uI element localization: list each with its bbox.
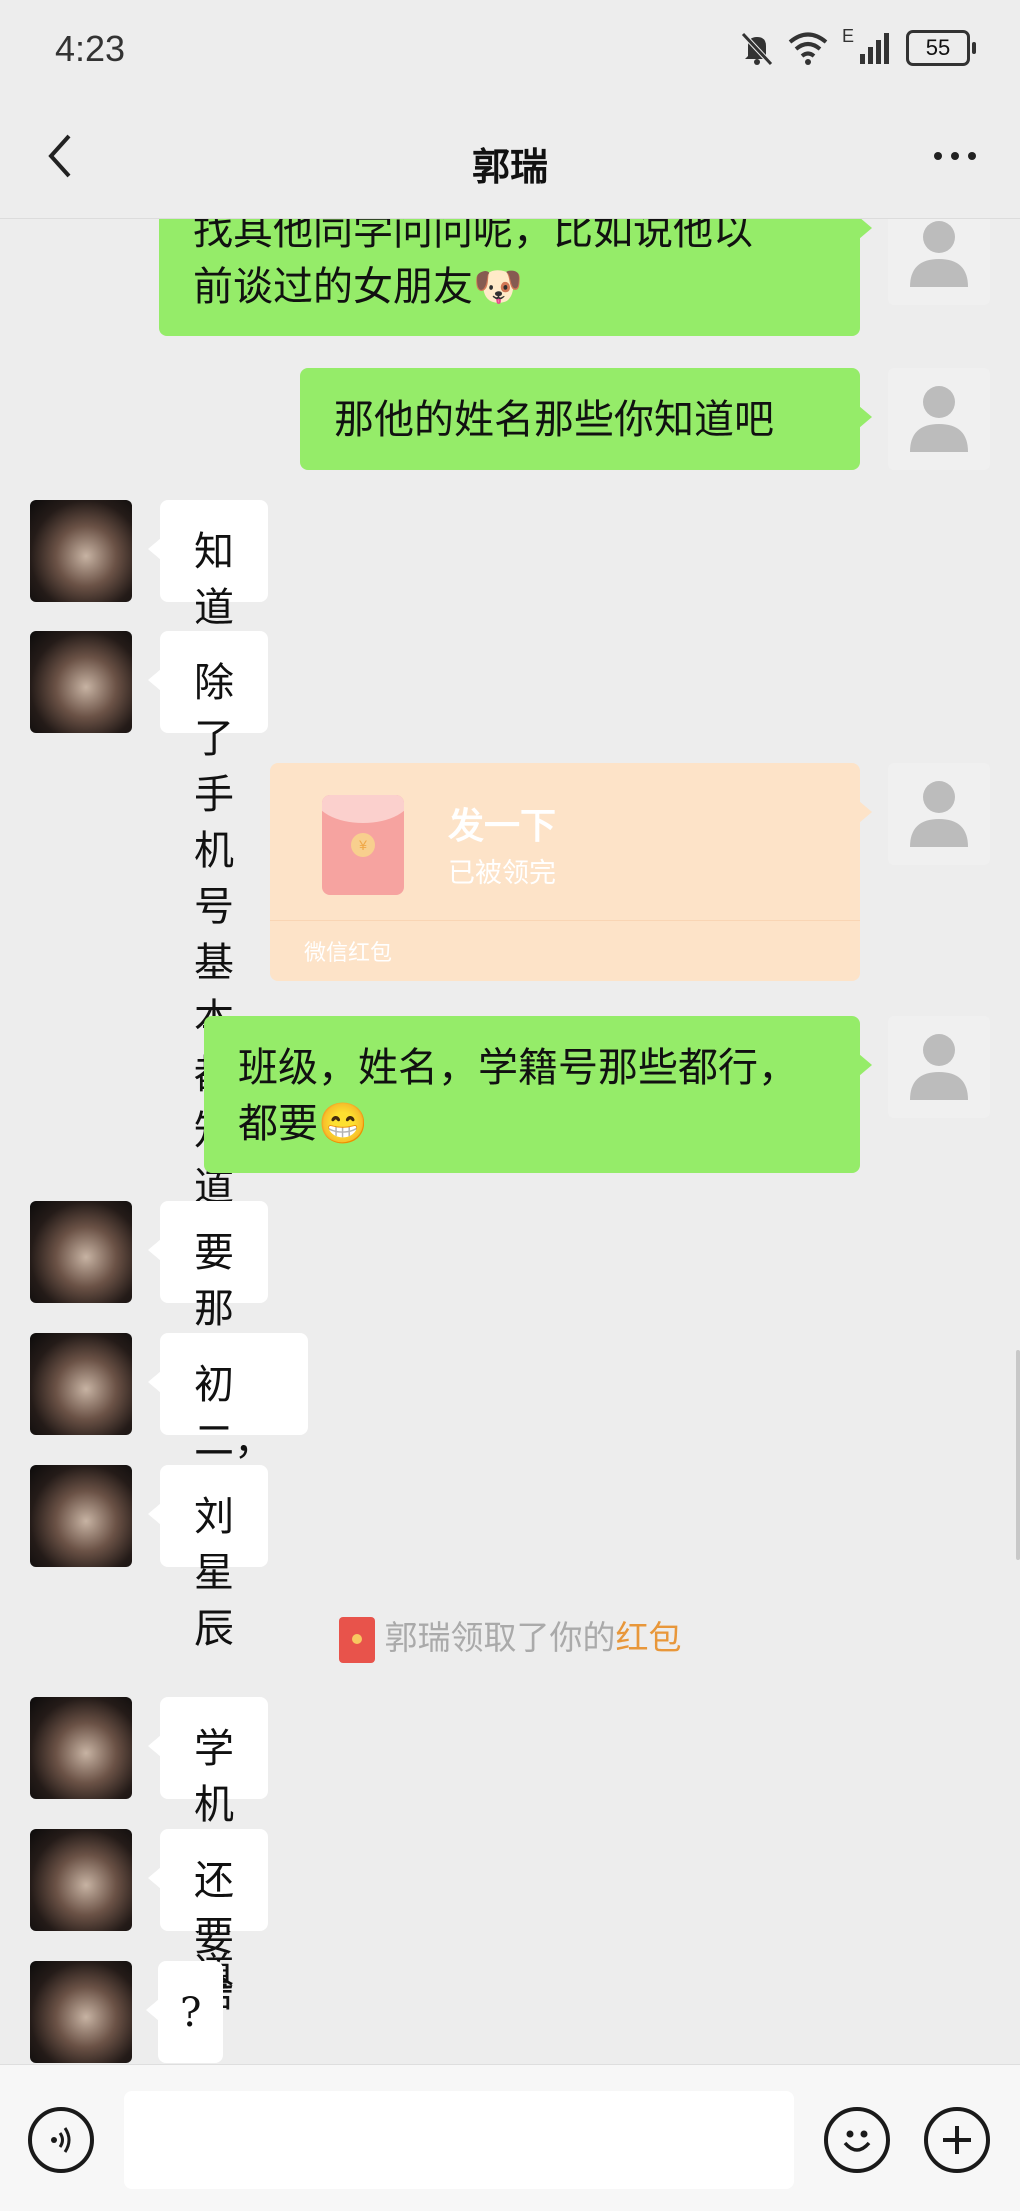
more-dots-icon	[934, 152, 942, 160]
red-packet-icon	[338, 1617, 375, 1663]
message-bubble[interactable]: 班级，姓名，学籍号那些都行， 都要😁	[204, 1016, 872, 1173]
avatar[interactable]	[888, 368, 990, 470]
network-type: E	[841, 26, 854, 46]
message-input[interactable]	[124, 2091, 794, 2189]
more-button[interactable]	[920, 126, 990, 186]
status-icons: E 55	[740, 26, 976, 70]
status-bar: 4:23 E 55	[0, 0, 1020, 100]
message-bubble[interactable]: 除了手机号基本都知道	[148, 631, 268, 1210]
avatar[interactable]	[888, 1016, 990, 1118]
avatar[interactable]	[30, 1201, 132, 1303]
voice-button[interactable]	[28, 2107, 94, 2173]
wifi-icon	[788, 32, 828, 65]
message-bubble[interactable]: ?	[145, 1961, 224, 2063]
red-packet-source: 微信红包	[304, 941, 393, 966]
avatar[interactable]	[30, 1961, 132, 2063]
chat-header: 郭瑞	[0, 100, 1020, 219]
coin-icon: ¥	[351, 833, 375, 857]
message-list[interactable]: 找其他同学问问呢，比如说他以 前谈过的女朋友🐶 那他的姓名那些你知道吧 知道 除…	[0, 219, 1020, 2064]
chat-title: 郭瑞	[471, 144, 548, 189]
avatar[interactable]	[30, 1829, 132, 1931]
avatar[interactable]	[888, 763, 990, 865]
notice-text: 郭瑞领取了你的	[384, 1618, 616, 1657]
red-packet-card[interactable]: ¥ 发一下 已被领完 微信红包	[270, 763, 872, 981]
message-bubble[interactable]: 学机不知道	[148, 1697, 268, 1996]
default-avatar-icon	[910, 781, 968, 847]
divider	[270, 920, 860, 921]
red-packet-title: 发一下	[448, 805, 557, 847]
avatar[interactable]	[30, 1465, 132, 1567]
avatar[interactable]	[30, 1333, 132, 1435]
plus-icon	[943, 2126, 971, 2154]
red-packet-icon: ¥	[322, 795, 404, 895]
message-bubble[interactable]: 要那些	[148, 1201, 268, 1388]
avatar[interactable]	[30, 500, 132, 602]
default-avatar-icon	[910, 386, 968, 452]
mute-bell-icon	[741, 32, 773, 66]
message-bubble[interactable]: 还要啥	[148, 1829, 268, 2016]
voice-icon	[51, 2127, 71, 2153]
scrollbar[interactable]	[1016, 1350, 1020, 1560]
red-packet-status: 已被领完	[448, 858, 556, 889]
input-bar	[0, 2064, 1020, 2211]
red-packet-link[interactable]: 红包	[616, 1618, 682, 1657]
emoji-icon	[843, 2130, 871, 2152]
message-bubble[interactable]: 初二，1班	[148, 1333, 308, 1520]
avatar[interactable]	[30, 631, 132, 733]
avatar[interactable]	[30, 1697, 132, 1799]
default-avatar-icon	[910, 221, 968, 287]
system-notice: 郭瑞领取了你的红包	[0, 1611, 1020, 1663]
message-bubble[interactable]: 知道	[148, 500, 268, 631]
emoji-button[interactable]	[824, 2107, 890, 2173]
default-avatar-icon	[910, 1034, 968, 1100]
message-bubble[interactable]: 刘星辰	[148, 1465, 268, 1652]
avatar[interactable]	[888, 219, 990, 305]
signal-icon	[860, 33, 889, 64]
message-bubble[interactable]: 那他的姓名那些你知道吧	[300, 368, 872, 470]
message-bubble[interactable]: 找其他同学问问呢，比如说他以 前谈过的女朋友🐶	[159, 219, 872, 336]
status-time: 4:23	[55, 28, 126, 69]
plus-button[interactable]	[924, 2107, 990, 2173]
battery-indicator: 55	[906, 30, 976, 66]
